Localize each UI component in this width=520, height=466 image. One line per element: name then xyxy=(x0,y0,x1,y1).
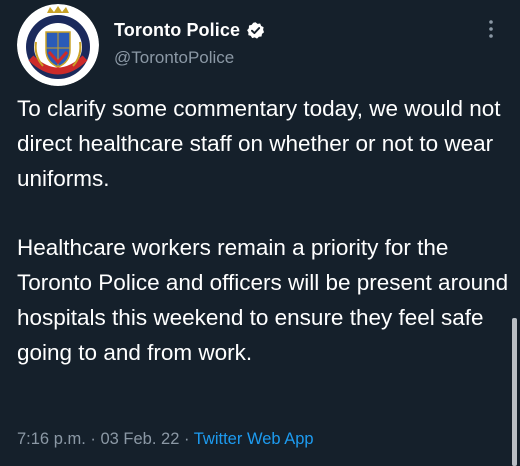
tweet-body: To clarify some commentary today, we wou… xyxy=(17,92,512,370)
separator: · xyxy=(90,430,96,448)
tweet-paragraph: To clarify some commentary today, we wou… xyxy=(17,96,501,191)
toronto-police-crest-icon xyxy=(17,4,99,86)
tweet-time[interactable]: 7:16 p.m. xyxy=(17,430,86,448)
tweet-paragraph: Healthcare workers remain a priority for… xyxy=(17,235,509,365)
author-name-row[interactable]: Toronto Police xyxy=(114,20,265,41)
scrollbar[interactable] xyxy=(512,318,517,466)
avatar[interactable] xyxy=(17,4,99,86)
tweet-card: Toronto Police @TorontoPolice To clarify… xyxy=(0,0,520,466)
separator: · xyxy=(183,430,190,448)
verified-badge-icon xyxy=(246,21,265,40)
display-name[interactable]: Toronto Police xyxy=(114,20,240,41)
more-vertical-icon[interactable] xyxy=(485,17,497,41)
tweet-source-link[interactable]: Twitter Web App xyxy=(194,430,314,448)
tweet-date[interactable]: 03 Feb. 22 xyxy=(100,430,179,448)
tweet-meta: 7:16 p.m. · 03 Feb. 22 · Twitter Web App xyxy=(17,430,314,449)
author-handle[interactable]: @TorontoPolice xyxy=(114,48,234,68)
